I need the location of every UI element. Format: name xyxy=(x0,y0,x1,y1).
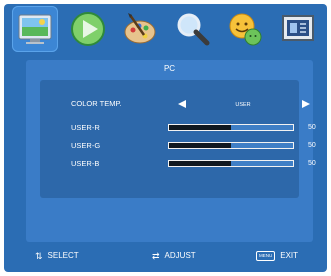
select-hint: ⇅ SELECT xyxy=(35,248,79,264)
settings-list: COLOR TEMP. USER USER-R 50 USER-G 50 USE… xyxy=(40,80,316,198)
select-label: SELECT xyxy=(47,251,79,260)
color-temp-row[interactable]: COLOR TEMP. USER xyxy=(40,98,310,110)
user-r-slider-fill xyxy=(169,125,231,130)
picture-icon[interactable] xyxy=(12,6,58,52)
settings-panel: PC COLOR TEMP. USER USER-R 50 USER-G 50 … xyxy=(26,60,316,242)
user-r-slider[interactable] xyxy=(168,124,294,131)
color-temp-label: COLOR TEMP. xyxy=(71,99,122,108)
adjust-label: ADJUST xyxy=(164,251,196,260)
user-r-value: 50 xyxy=(308,124,316,131)
magnifier-icon[interactable] xyxy=(170,6,216,52)
user-g-label: USER-G xyxy=(71,141,101,150)
user-g-value: 50 xyxy=(308,142,316,149)
menu-icon-bar xyxy=(12,4,321,54)
user-b-slider-fill xyxy=(169,161,231,166)
user-b-value: 50 xyxy=(308,160,316,167)
user-r-label: USER-R xyxy=(71,123,100,132)
user-b-row[interactable]: USER-B 50 xyxy=(40,158,316,170)
emoticon-icon[interactable] xyxy=(222,6,268,52)
menu-key-icon: MENU xyxy=(256,251,276,261)
play-icon[interactable] xyxy=(65,6,111,52)
adjust-hint: ⇄ ADJUST xyxy=(152,248,196,264)
up-down-arrows-icon: ⇅ xyxy=(35,251,43,261)
user-b-slider[interactable] xyxy=(168,160,294,167)
color-temp-value: USER xyxy=(235,102,251,108)
user-g-row[interactable]: USER-G 50 xyxy=(40,140,316,152)
panel-title: PC xyxy=(163,64,176,73)
exit-hint[interactable]: MENU EXIT xyxy=(256,248,298,264)
user-b-label: USER-B xyxy=(71,159,100,168)
arrow-left-icon[interactable] xyxy=(178,100,186,108)
screen-adjust-icon[interactable] xyxy=(275,6,321,52)
osd-menu: PC COLOR TEMP. USER USER-R 50 USER-G 50 … xyxy=(4,4,327,272)
left-right-arrows-icon: ⇄ xyxy=(152,251,160,261)
footer-hints: ⇅ SELECT ⇄ ADJUST MENU EXIT xyxy=(4,248,327,264)
palette-icon[interactable] xyxy=(117,6,163,52)
user-g-slider[interactable] xyxy=(168,142,294,149)
arrow-right-icon[interactable] xyxy=(302,100,310,108)
exit-label: EXIT xyxy=(280,251,299,260)
user-r-row[interactable]: USER-R 50 xyxy=(40,122,316,134)
user-g-slider-fill xyxy=(169,143,231,148)
